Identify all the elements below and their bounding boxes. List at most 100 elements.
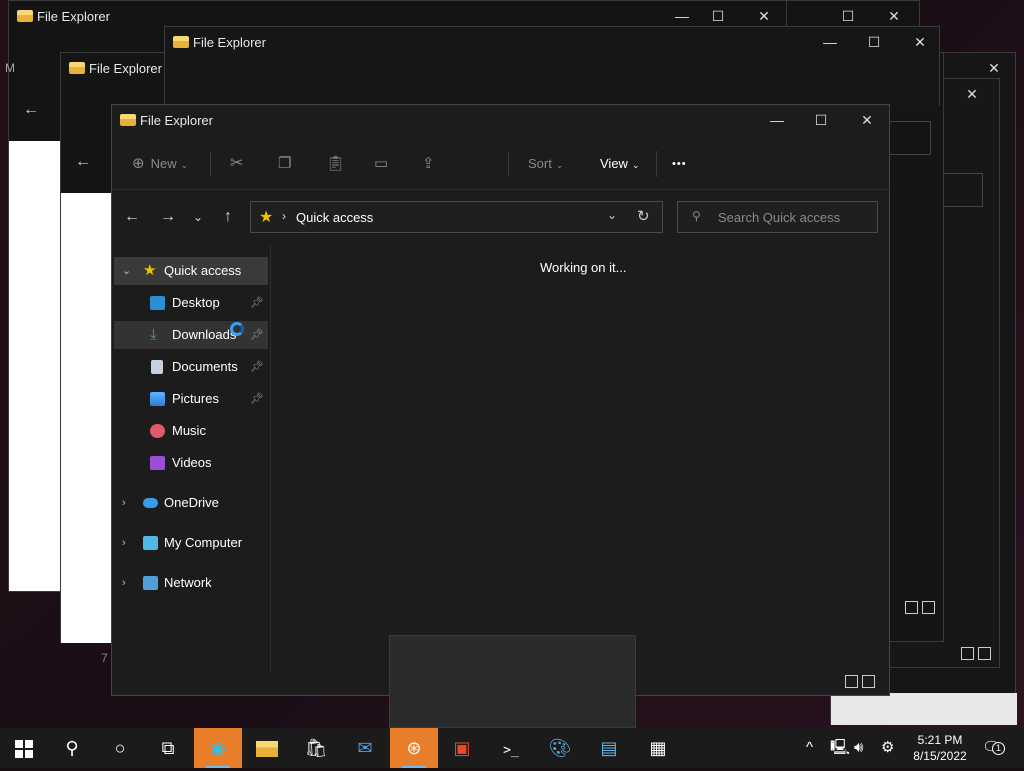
nav-item-downloads[interactable]: ⤓ Downloads 📌︎: [114, 321, 268, 349]
tiles-view-icon[interactable]: [978, 647, 991, 660]
minimize-button[interactable]: —: [667, 5, 697, 27]
terminal-icon: >_: [503, 743, 519, 758]
minimize-button[interactable]: —: [762, 109, 792, 131]
chevron-down-icon: ⌄: [555, 160, 564, 170]
taskbar-control-panel[interactable]: ▤: [585, 728, 633, 768]
cloud-icon: [143, 498, 158, 508]
nav-item-onedrive[interactable]: › OneDrive: [114, 489, 268, 517]
taskbar-terminal[interactable]: >_: [487, 728, 535, 768]
address-bar[interactable]: ★ › Quick access ⌄ ↻: [250, 201, 663, 233]
address-field[interactable]: [941, 173, 983, 207]
close-button[interactable]: ✕: [957, 83, 987, 105]
taskbar-file-explorer[interactable]: [243, 728, 291, 768]
cut-button[interactable]: ✂: [230, 139, 243, 189]
nav-item-my-computer[interactable]: › My Computer: [114, 529, 268, 557]
more-options-button[interactable]: •••: [672, 139, 687, 189]
pin-icon[interactable]: 📌︎: [250, 289, 264, 317]
music-icon: [150, 424, 165, 438]
close-button[interactable]: ✕: [749, 5, 779, 27]
recent-locations-button[interactable]: ⌄: [186, 201, 210, 233]
nav-item-network[interactable]: › Network: [114, 569, 268, 597]
new-button[interactable]: ⊕ New ⌄: [132, 139, 188, 189]
details-view-icon[interactable]: [845, 675, 858, 688]
address-dropdown-icon[interactable]: ⌄: [607, 208, 617, 222]
view-button[interactable]: View ⌄: [600, 139, 640, 189]
close-button[interactable]: ✕: [852, 109, 882, 131]
details-view-icon[interactable]: [961, 647, 974, 660]
volume-icon[interactable]: 🔊︎: [854, 728, 863, 768]
tiles-view-icon[interactable]: [922, 601, 935, 614]
maximize-button[interactable]: ☐: [703, 5, 733, 27]
up-button[interactable]: ↑: [216, 201, 240, 233]
search-box[interactable]: ⚲ Search Quick access: [677, 201, 878, 233]
taskbar-edge[interactable]: ◉: [194, 728, 242, 768]
maximize-button[interactable]: ☐: [859, 31, 889, 53]
view-toggle[interactable]: [901, 601, 935, 617]
back-arrow-icon[interactable]: ←: [75, 153, 91, 171]
nav-item-music[interactable]: Music: [114, 417, 268, 445]
sort-button[interactable]: Sort ⌄: [528, 139, 563, 189]
tiles-view-icon[interactable]: [862, 675, 875, 688]
view-toggle[interactable]: [841, 675, 875, 691]
details-view-icon[interactable]: [905, 601, 918, 614]
notification-center-button[interactable]: 🗨︎ 1: [982, 728, 1005, 768]
nav-item-label: OneDrive: [164, 495, 219, 510]
pin-icon[interactable]: 📌︎: [250, 353, 264, 381]
nav-item-label: My Computer: [164, 535, 243, 550]
nav-item-documents[interactable]: Documents 📌︎: [114, 353, 268, 381]
nav-item-videos[interactable]: Videos: [114, 449, 268, 477]
chevron-right-icon[interactable]: ›: [122, 529, 126, 557]
chevron-right-icon[interactable]: ›: [122, 569, 126, 597]
taskbar-mail[interactable]: ✉: [341, 728, 389, 768]
pin-icon[interactable]: 📌︎: [250, 321, 264, 349]
refresh-icon[interactable]: ↻: [637, 207, 650, 225]
clock[interactable]: 5:21 PM 8/15/2022: [905, 732, 975, 764]
clock-date: 8/15/2022: [913, 749, 967, 763]
taskbar-calculator[interactable]: ▦: [634, 728, 682, 768]
cortana-button[interactable]: ○: [96, 728, 144, 768]
network-tray-icon[interactable]: 🖳︎: [830, 728, 850, 768]
taskbar-preview-popup[interactable]: [389, 635, 636, 728]
background-window-2[interactable]: ☐ ✕: [786, 0, 920, 26]
chevron-right-icon[interactable]: ›: [122, 489, 126, 517]
paste-button[interactable]: 📋︎: [326, 139, 345, 189]
close-button[interactable]: ✕: [979, 57, 1009, 79]
taskbar-store[interactable]: 🛍︎: [292, 728, 340, 768]
rename-icon: ▭: [374, 155, 389, 172]
folder-icon: [69, 62, 85, 74]
address-field[interactable]: [887, 121, 931, 155]
taskbar-paint[interactable]: 🎨︎: [536, 728, 584, 768]
rename-button[interactable]: ▭: [374, 139, 388, 189]
show-hidden-icons-button[interactable]: ^: [806, 728, 813, 768]
search-input[interactable]: Search Quick access: [718, 210, 840, 225]
view-toggle[interactable]: [957, 647, 991, 663]
nav-item-pictures[interactable]: Pictures 📌︎: [114, 385, 268, 413]
chevron-down-icon[interactable]: ⌄: [122, 257, 131, 285]
pin-icon[interactable]: 📌︎: [250, 385, 264, 413]
folder-icon: [173, 36, 189, 48]
nav-item-desktop[interactable]: Desktop 📌︎: [114, 289, 268, 317]
share-button[interactable]: ⇪: [422, 139, 435, 189]
search-button[interactable]: ⚲: [48, 728, 96, 768]
file-explorer-window[interactable]: File Explorer — ☐ ✕ ⊕ New ⌄ ✂ ❐ 📋︎ ▭ ⇪ Sor…: [111, 104, 890, 696]
start-button[interactable]: [0, 728, 48, 768]
maximize-button[interactable]: ☐: [806, 109, 836, 131]
maximize-button[interactable]: ☐: [833, 5, 863, 27]
background-window-6[interactable]: File Explorer — ☐ ✕: [164, 26, 940, 106]
minimize-button[interactable]: —: [815, 31, 845, 53]
forward-button[interactable]: →: [156, 201, 180, 233]
settings-gear-icon[interactable]: ⚙: [881, 728, 894, 768]
copy-button[interactable]: ❐: [278, 139, 291, 189]
close-button[interactable]: ✕: [879, 5, 909, 27]
back-button[interactable]: ←: [120, 201, 144, 233]
taskbar-office[interactable]: ▣: [438, 728, 486, 768]
close-button[interactable]: ✕: [905, 31, 935, 53]
task-view-button[interactable]: ⧉: [144, 728, 192, 768]
edge-icon: ◉: [210, 738, 226, 758]
back-arrow-icon[interactable]: ←: [23, 101, 39, 119]
nav-item-quick-access[interactable]: ⌄ ★ Quick access: [114, 257, 268, 285]
sort-label: Sort: [528, 156, 552, 171]
window-title: File Explorer: [140, 113, 213, 128]
breadcrumb-current[interactable]: Quick access: [296, 210, 373, 225]
taskbar-chrome[interactable]: ⊛: [390, 728, 438, 768]
